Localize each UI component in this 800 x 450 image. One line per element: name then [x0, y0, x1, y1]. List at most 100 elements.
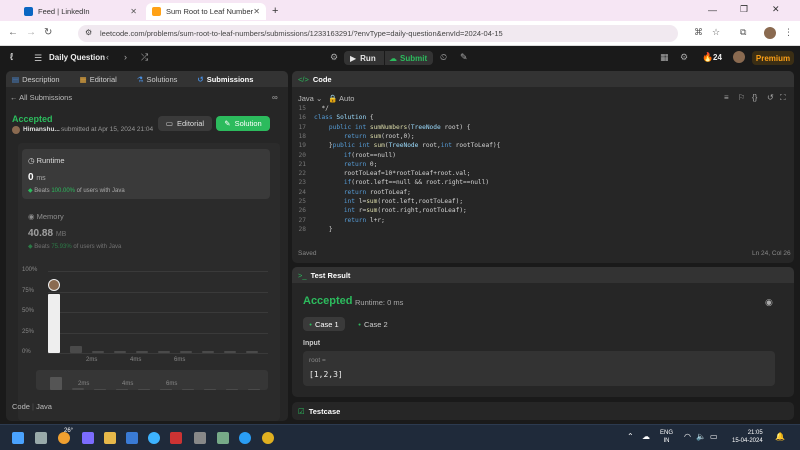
next-problem-icon[interactable]: › — [124, 52, 127, 62]
windows-start-icon[interactable] — [12, 432, 24, 444]
new-tab-button[interactable]: + — [272, 5, 278, 17]
app-icon[interactable] — [126, 432, 138, 444]
code-line[interactable]: 23 if(root.left==null && root.right==nul… — [292, 179, 490, 188]
store-icon[interactable] — [194, 432, 206, 444]
bookmark-icon[interactable]: ⚐ — [738, 93, 745, 102]
code-line[interactable]: 17 public int sumNumbers(TreeNode root) … — [292, 124, 471, 133]
site-info-icon[interactable]: ⚙ — [85, 28, 92, 37]
submit-button[interactable]: ☁ Submit — [385, 51, 433, 65]
chart-bar[interactable] — [180, 351, 192, 353]
fullscreen-icon[interactable]: ⛶ — [780, 93, 786, 103]
tab-solutions[interactable]: ⚗ Solutions — [137, 75, 188, 84]
app-icon[interactable] — [217, 432, 229, 444]
tab-leetcode[interactable]: Sum Root to Leaf Numbers - L... ✕ — [146, 3, 266, 20]
close-icon[interactable]: ✕ — [130, 7, 137, 16]
edge-icon[interactable] — [148, 432, 160, 444]
problem-list-icon[interactable]: ☰ — [34, 53, 42, 64]
username[interactable]: Himanshu... — [23, 126, 60, 133]
timer-icon[interactable]: ⏲ — [440, 52, 447, 63]
chrome-icon[interactable] — [262, 432, 274, 444]
run-button[interactable]: ▶ Run — [344, 51, 384, 65]
translate-icon[interactable]: ⌘ — [694, 27, 703, 38]
language-select[interactable]: Java ⌄ — [298, 94, 322, 103]
task-view-icon[interactable] — [35, 432, 47, 444]
debug-icon[interactable]: ⚙ — [330, 52, 338, 63]
braces-icon[interactable]: {} — [752, 93, 757, 102]
code-line[interactable]: 28 } — [292, 226, 333, 235]
bookmark-star-icon[interactable]: ☆ — [712, 27, 720, 38]
code-line[interactable]: 15 */ — [292, 105, 329, 114]
code-line[interactable]: 20 if(root==null) — [292, 152, 396, 161]
case-1-tab[interactable]: • Case 1 — [303, 317, 345, 331]
battery-icon[interactable]: ▭ — [710, 432, 718, 441]
all-submissions-link[interactable]: ← All Submissions — [10, 93, 72, 102]
tab-linkedin[interactable]: Feed | LinkedIn ✕ — [18, 3, 143, 20]
chart-bar[interactable] — [202, 351, 214, 353]
edge-browser-icon[interactable] — [239, 432, 251, 444]
chart-range-navigator[interactable]: 2ms 4ms 6ms — [36, 370, 268, 390]
share-link-icon[interactable]: ∞ — [272, 93, 278, 102]
close-icon[interactable]: ✕ — [253, 7, 260, 16]
settings-gear-icon[interactable]: ⚙ — [680, 52, 688, 63]
chart-bar[interactable] — [114, 351, 126, 353]
menu-dots-icon[interactable]: ⋮ — [784, 27, 793, 38]
chart-bar[interactable] — [70, 345, 82, 353]
language-indicator[interactable]: ENG IN — [660, 429, 673, 445]
code-line[interactable]: 27 return l+r; — [292, 217, 385, 226]
case-2-tab[interactable]: • Case 2 — [352, 317, 394, 331]
prev-problem-icon[interactable]: ‹ — [106, 52, 109, 62]
reload-icon[interactable]: ↻ — [44, 27, 52, 38]
chart-bar[interactable] — [246, 351, 258, 353]
notes-icon[interactable]: ✎ — [460, 52, 468, 63]
back-icon[interactable]: ← — [8, 27, 18, 38]
leetcode-logo-icon[interactable]: ℓ — [10, 52, 13, 63]
shuffle-icon[interactable]: ⤮ — [141, 52, 148, 63]
tab-editorial[interactable]: ▦ Editorial — [80, 75, 127, 84]
volume-icon[interactable]: 🔈 — [696, 432, 706, 441]
runtime-box[interactable]: ◷ Runtime 0 ms ◆ Beats 100.00% of users … — [22, 149, 270, 199]
notification-icon[interactable]: 🔔 — [775, 432, 785, 441]
user-avatar[interactable] — [733, 51, 745, 63]
code-line[interactable]: 22 rootToLeaf=10*rootToLeaf+root.val; — [292, 170, 471, 179]
editorial-button[interactable]: ▭ Editorial — [158, 116, 212, 131]
clock[interactable]: 21:05 15-04-2024 — [732, 429, 763, 445]
file-explorer-icon[interactable] — [104, 432, 116, 444]
code-editor[interactable]: 15 */16 class Solution {17 public int sum… — [292, 105, 792, 243]
format-icon[interactable]: ≡ — [724, 93, 729, 102]
restore-icon[interactable]: ❐ — [740, 4, 748, 15]
code-line[interactable]: 26 int r=sum(root.right,rootToLeaf); — [292, 207, 467, 216]
profile-avatar[interactable] — [764, 27, 776, 39]
premium-button[interactable]: Premium — [752, 51, 794, 65]
memory-box[interactable]: ◉ Memory 40.88 MB ◆ Beats 75.93% of user… — [22, 205, 270, 255]
mcafee-icon[interactable] — [170, 432, 182, 444]
eye-icon[interactable]: ◉ — [765, 297, 773, 308]
chevron-up-icon[interactable]: ⌃ — [627, 432, 634, 441]
code-line[interactable]: 21 return 0; — [292, 161, 378, 170]
tab-description[interactable]: ▤ Description — [12, 75, 70, 84]
layout-icon[interactable]: ▦ — [660, 52, 669, 63]
close-window-icon[interactable]: ✕ — [772, 4, 780, 15]
chart-bar[interactable] — [48, 293, 60, 353]
fire-streak-icon[interactable]: 🔥 — [702, 52, 713, 63]
daily-question-link[interactable]: Daily Question — [49, 53, 105, 62]
minimize-icon[interactable]: — — [708, 5, 717, 15]
auto-mode-toggle[interactable]: 🔒 Auto — [328, 94, 354, 103]
wifi-icon[interactable]: ◠ — [684, 432, 691, 441]
url-field[interactable]: ⚙ leetcode.com/problems/sum-root-to-leaf… — [78, 25, 678, 42]
testcase-panel[interactable]: ☑ Testcase — [292, 402, 794, 420]
extensions-icon[interactable]: ⧉ — [740, 27, 746, 38]
chart-bar[interactable] — [158, 351, 170, 353]
chart-bar[interactable] — [92, 351, 104, 353]
code-line[interactable]: 16 class Solution { — [292, 114, 374, 123]
reset-icon[interactable]: ↺ — [767, 93, 774, 102]
chart-bar[interactable] — [224, 351, 236, 353]
code-line[interactable]: 24 return rootToLeaf; — [292, 189, 411, 198]
code-line[interactable]: 25 int l=sum(root.left,rootToLeaf); — [292, 198, 464, 207]
cloud-icon[interactable]: ☁ — [642, 432, 650, 441]
code-line[interactable]: 19 }public int sum(TreeNode root,int roo… — [292, 142, 501, 151]
forward-icon[interactable]: → — [26, 27, 36, 38]
solution-button[interactable]: ✎ Solution — [216, 116, 270, 131]
teams-icon[interactable] — [82, 432, 94, 444]
chart-bar[interactable] — [136, 351, 148, 353]
tab-submissions[interactable]: ↺ Submissions — [197, 75, 263, 84]
